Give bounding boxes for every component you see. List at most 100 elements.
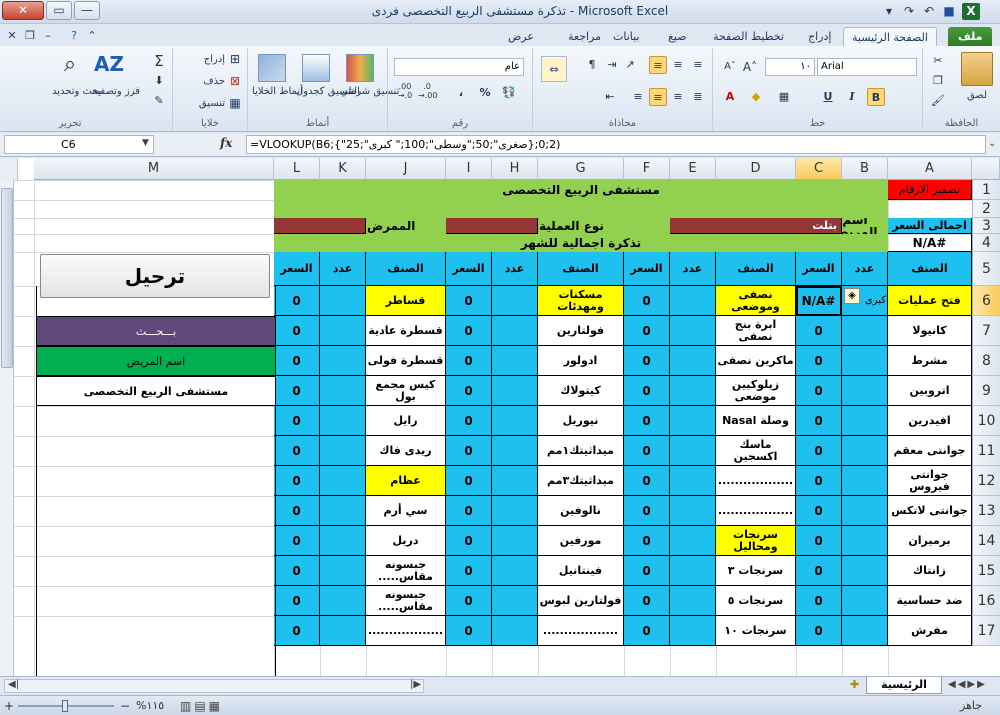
sheet-tab-main[interactable]: الرئيسية xyxy=(866,677,942,694)
item-cell[interactable]: مشرط xyxy=(888,346,972,376)
count-input[interactable] xyxy=(670,436,716,466)
align-left-icon[interactable]: ≡ xyxy=(669,88,687,106)
tab-page-layout[interactable]: تخطيط الصفحة xyxy=(705,27,792,46)
item-cell[interactable]: .................. xyxy=(366,616,446,646)
item-cell[interactable]: .................. xyxy=(538,616,624,646)
scroll-right-icon[interactable]: |▶ xyxy=(410,679,421,690)
decrease-decimal-button[interactable]: .0 →.00 xyxy=(418,82,437,100)
orientation-icon[interactable]: ↗ xyxy=(621,56,639,74)
item-cell[interactable]: زيلوكيين موضعى xyxy=(716,376,796,406)
item-cell[interactable]: كيس مجمع بول xyxy=(366,376,446,406)
row-header-4[interactable]: 4 xyxy=(972,234,1000,252)
conditional-formatting-button[interactable]: تنسيق شرطي xyxy=(340,86,399,98)
item-cell[interactable]: برميران xyxy=(888,526,972,556)
count-input[interactable] xyxy=(320,556,366,586)
count-input[interactable] xyxy=(492,616,538,646)
row-header-9[interactable]: 9 xyxy=(972,376,1000,406)
font-color-icon[interactable]: A xyxy=(721,88,739,106)
horizontal-scrollbar[interactable] xyxy=(4,679,424,693)
item-cell[interactable]: ميداثيتك١مم xyxy=(538,436,624,466)
item-cell[interactable]: ميداثيتك٣مم xyxy=(538,466,624,496)
count-input[interactable] xyxy=(842,616,888,646)
item-cell[interactable]: زانتاك xyxy=(888,556,972,586)
tab-insert[interactable]: إدراج xyxy=(800,27,839,46)
count-input[interactable] xyxy=(670,556,716,586)
count-input[interactable] xyxy=(492,436,538,466)
align-top-icon[interactable]: ≡ xyxy=(689,56,707,74)
count-input[interactable] xyxy=(320,376,366,406)
row-header-7[interactable]: 7 xyxy=(972,316,1000,346)
column-header-G[interactable]: G xyxy=(538,158,624,180)
count-input[interactable] xyxy=(320,466,366,496)
find-select-button[interactable]: بحث وتحديد xyxy=(52,86,102,98)
count-input[interactable] xyxy=(842,346,888,376)
count-input[interactable] xyxy=(320,316,366,346)
indent-icon[interactable]: ⇥ xyxy=(603,56,621,74)
column-header-K[interactable]: K xyxy=(320,158,366,180)
row-header-16[interactable]: 16 xyxy=(972,586,1000,616)
align-center-icon[interactable]: ≡ xyxy=(649,88,667,106)
count-input[interactable] xyxy=(670,286,716,316)
item-cell[interactable]: رايل xyxy=(366,406,446,436)
new-sheet-icon[interactable]: ✚ xyxy=(850,678,859,691)
excel-logo-icon[interactable]: X xyxy=(962,3,980,20)
row-header-5[interactable]: 5 xyxy=(972,252,1000,286)
count-input[interactable] xyxy=(320,496,366,526)
column-header-J[interactable]: J xyxy=(366,158,446,180)
count-input[interactable] xyxy=(670,346,716,376)
workbook-minimize-icon[interactable]: – xyxy=(40,28,56,44)
count-input[interactable] xyxy=(320,286,366,316)
format-as-table-button[interactable]: التنسيق كجدول xyxy=(296,86,360,98)
item-cell[interactable]: ماكرين نصفى xyxy=(716,346,796,376)
count-input[interactable] xyxy=(492,526,538,556)
minimize-button[interactable]: — xyxy=(74,1,100,20)
close-button[interactable]: ✕ xyxy=(2,1,44,20)
item-cell[interactable]: ماسك اكسجين xyxy=(716,436,796,466)
count-input[interactable] xyxy=(842,556,888,586)
insert-function-button[interactable]: fx xyxy=(220,136,232,150)
zoom-out-button[interactable]: − xyxy=(120,699,130,713)
increase-font-icon[interactable]: A˄ xyxy=(741,58,759,76)
select-all-corner[interactable] xyxy=(972,158,1000,180)
row-header-1[interactable]: 1 xyxy=(972,180,1000,200)
column-header-I[interactable]: I xyxy=(446,158,492,180)
item-cell[interactable]: سرنجات ومحاليل xyxy=(716,526,796,556)
row-header-10[interactable]: 10 xyxy=(972,406,1000,436)
column-header-M[interactable]: M xyxy=(34,158,274,180)
item-cell[interactable]: قسطرة فولى xyxy=(366,346,446,376)
customize-qat-icon[interactable]: ▾ xyxy=(880,3,898,20)
row-header-17[interactable]: 17 xyxy=(972,616,1000,646)
delete-cells-button[interactable]: حذف xyxy=(177,76,225,88)
increase-decimal-button[interactable]: .00 →.0 xyxy=(396,82,414,100)
row-header-14[interactable]: 14 xyxy=(972,526,1000,556)
count-input[interactable] xyxy=(492,466,538,496)
count-input[interactable] xyxy=(842,526,888,556)
count-input[interactable] xyxy=(492,286,538,316)
percent-button[interactable]: % xyxy=(476,84,494,102)
item-cell[interactable]: فولتارين xyxy=(538,316,624,346)
item-cell[interactable]: فولتارين لبوس xyxy=(538,586,624,616)
justify-icon[interactable]: ≣ xyxy=(689,88,707,106)
tab-file[interactable]: ملف xyxy=(948,27,993,46)
count-input[interactable] xyxy=(320,616,366,646)
row-header-15[interactable]: 15 xyxy=(972,556,1000,586)
count-input[interactable] xyxy=(842,496,888,526)
clear-icon[interactable]: ✎ xyxy=(150,92,168,110)
help-icon[interactable]: ? xyxy=(66,28,82,44)
name-box[interactable]: C6 xyxy=(4,135,154,154)
count-input[interactable] xyxy=(842,586,888,616)
item-cell[interactable]: جبسونه مقاس..... xyxy=(366,586,446,616)
underline-button[interactable]: U xyxy=(819,88,837,106)
fill-color-icon[interactable]: ◆ xyxy=(747,88,765,106)
error-warning-icon[interactable]: ◈ xyxy=(844,288,860,304)
count-input[interactable] xyxy=(492,406,538,436)
item-cell[interactable]: مسكنات ومهدئات xyxy=(538,286,624,316)
count-input[interactable] xyxy=(842,406,888,436)
sort-filter-button[interactable]: فرز وتصفية xyxy=(92,86,140,98)
row-header-3[interactable]: 3 xyxy=(972,218,1000,234)
sheet-nav-icons[interactable]: ◀◀▶▶ xyxy=(948,679,987,690)
item-cell[interactable]: جبسونه مقاس..... xyxy=(366,556,446,586)
count-input[interactable] xyxy=(670,376,716,406)
decrease-font-icon[interactable]: Aˇ xyxy=(721,58,739,76)
item-cell[interactable]: قسطرة عادية xyxy=(366,316,446,346)
